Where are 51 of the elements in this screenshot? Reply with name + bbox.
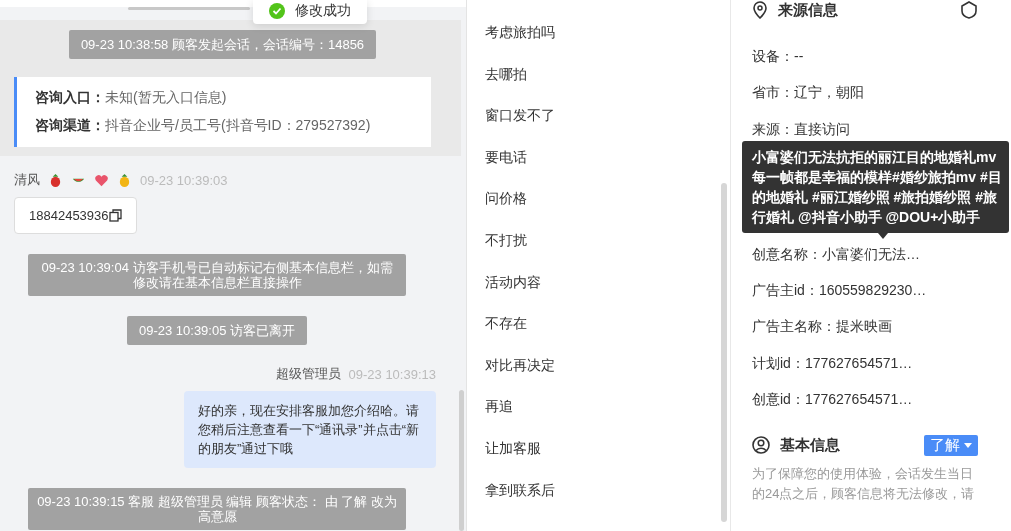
system-notice: 09-23 10:39:04 访客手机号已自动标记右侧基本信息栏，如需修改请在基本信息栏直接操作 xyxy=(28,254,406,296)
caret-icon xyxy=(964,442,972,448)
system-notice: 09-23 10:39:15 客服 超级管理员 编辑 顾客状态： 由 了解 改为高意愿 xyxy=(28,488,406,530)
location-pin-icon xyxy=(752,1,768,19)
message-time: 09-23 10:39:13 xyxy=(348,366,436,382)
notice-text: 为了保障您的使用体验，会话发生当日的24点之后，顾客信息将无法修改，请 xyxy=(752,465,976,504)
source-info-row-text: 广告主id：160559829230… xyxy=(752,281,927,301)
source-info-row-text: 省市：辽宁，朝阳 xyxy=(752,83,864,103)
heart-icon xyxy=(94,172,109,188)
success-toast: 修改成功 xyxy=(253,0,367,24)
message-bubble: 18842453936 xyxy=(14,197,137,234)
sender-name: 超级管理员 xyxy=(275,365,341,383)
quick-reply-item[interactable]: 考虑旅拍吗 xyxy=(485,22,555,44)
sender-name: 清风 xyxy=(14,171,40,189)
quick-reply-item[interactable]: 拿到联系后 xyxy=(485,479,555,502)
source-info-row-text: 广告主名称：提米映画 xyxy=(752,317,892,337)
system-notice: 09-23 10:39:05 访客已离开 xyxy=(126,316,308,345)
quick-reply-item[interactable]: 要电话 xyxy=(485,146,527,169)
shield-icon[interactable] xyxy=(960,1,978,19)
quick-reply-item[interactable]: 让加客服 xyxy=(485,437,541,460)
copy-icon[interactable] xyxy=(108,209,122,222)
scrollbar[interactable] xyxy=(721,183,727,522)
strawberry-icon xyxy=(48,172,63,188)
system-notice: 09-23 10:38:58 顾客发起会话，会话编号：14856 xyxy=(68,30,377,59)
source-info-row-text: 计划id：177627654571… xyxy=(752,353,913,373)
quick-reply-item[interactable]: 对比再决定 xyxy=(485,354,555,377)
source-info-row-text: 创意id：177627654571… xyxy=(752,390,913,410)
source-info-row-text: 创意名称：小富婆们无法… xyxy=(752,244,920,264)
section-title: 基本信息 xyxy=(780,435,841,455)
quick-reply-item[interactable]: 窗口发不了 xyxy=(485,105,555,127)
message-time: 09-23 10:39:03 xyxy=(140,172,228,188)
quick-reply-item[interactable]: 不打扰 xyxy=(485,229,527,252)
info-value: 抖音企业号/员工号(抖音号ID：279527392) xyxy=(105,117,371,133)
quick-reply-item[interactable]: 再追 xyxy=(485,396,513,418)
message-bubble: 好的亲，现在安排客服加您介绍哈。请您稍后注意查看一下“通讯录”并点击“新的朋友”通过下哦 xyxy=(184,391,436,468)
user-circle-icon xyxy=(752,436,770,455)
section-title: 来源信息 xyxy=(778,0,839,20)
tooltip-arrow-icon xyxy=(878,232,888,239)
quick-reply-item[interactable]: 问价格 xyxy=(485,188,527,210)
pineapple-icon xyxy=(117,172,132,188)
info-label: 咨询入口： xyxy=(35,89,105,105)
success-icon xyxy=(269,3,285,19)
quick-reply-item[interactable]: 不存在 xyxy=(485,313,527,335)
info-label: 咨询渠道： xyxy=(35,117,105,133)
source-info-row-text: 来源：直接访问 xyxy=(752,119,850,139)
quick-reply-item[interactable]: 去哪拍 xyxy=(485,63,527,86)
quick-reply-item[interactable]: 活动内容 xyxy=(485,271,541,294)
scrollbar[interactable] xyxy=(128,7,250,10)
source-info-row-text: 设备：-- xyxy=(752,47,804,66)
info-value: 未知(暂无入口信息) xyxy=(105,89,227,105)
scrollbar[interactable] xyxy=(459,390,464,531)
